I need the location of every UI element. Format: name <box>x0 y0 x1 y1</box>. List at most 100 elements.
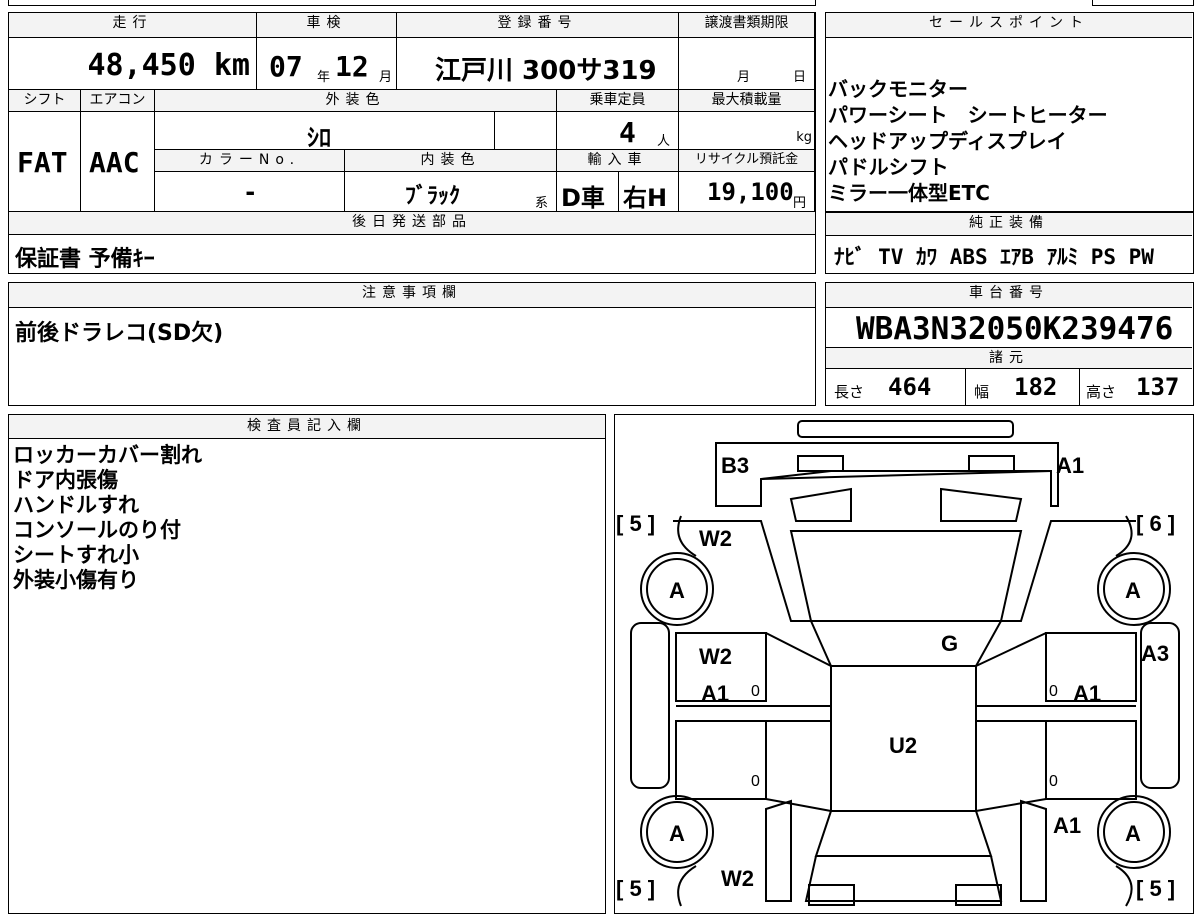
top-strip-right <box>1092 0 1194 6</box>
width-value: 182 <box>1014 373 1058 401</box>
tire-rear-right: A <box>1125 821 1141 846</box>
mileage-value: 48,450 km <box>87 48 250 83</box>
aircon-header: エアコン <box>81 90 155 112</box>
inspector-item: ロッカーカバー割れ <box>13 443 202 467</box>
tire-front-left: A <box>669 578 685 603</box>
inspection-header: 車検 <box>257 13 397 38</box>
sales-point-item: ミラー一体型ETC <box>828 181 990 205</box>
sales-point-item: パドルシフト <box>828 155 949 179</box>
label-zero: 0 <box>751 683 760 700</box>
inspection-cell: 07 年 12 月 <box>257 38 397 90</box>
exterior-value: ｼﾛ <box>307 124 331 150</box>
label-w2-upper: W2 <box>699 526 732 551</box>
maxload-header: 最大積載量 <box>679 90 815 112</box>
label-zero: 0 <box>1049 773 1058 790</box>
inspection-year-unit: 年 <box>317 70 331 85</box>
interior-value: ﾌﾞﾗｯｸ <box>405 184 461 209</box>
maxload-unit: kg <box>796 130 812 145</box>
length-label: 長さ <box>834 383 865 401</box>
recycle-cell: 19,100 円 <box>679 172 815 212</box>
specs-header: 諸元 <box>826 347 1192 369</box>
label-zero: 0 <box>751 773 760 790</box>
sales-point-box: セールスポイント バックモニター パワーシート シートヒーター ヘッドアップディ… <box>825 12 1194 212</box>
label-bracket-5-left: [ 5 ] <box>616 511 655 536</box>
label-bracket-5-bottom-left: [ 5 ] <box>616 876 655 901</box>
registration-cell: 江戸川 300サ319 <box>397 38 679 90</box>
mileage-header: 走行 <box>9 13 257 38</box>
label-g: G <box>941 631 958 656</box>
length-value: 464 <box>888 373 932 401</box>
colorno-value: - <box>243 178 258 206</box>
height-label: 高さ <box>1086 383 1117 401</box>
label-a1-right: A1 <box>1073 681 1101 706</box>
shift-cell: FAT <box>9 112 81 212</box>
chassis-number: WBA3N32050K239476 <box>856 311 1174 347</box>
recycle-header: リサイクル預託金 <box>679 150 815 172</box>
inspection-month: 12 <box>335 50 369 83</box>
aircon-cell: AAC <box>81 112 155 212</box>
length-cell: 長さ 464 <box>826 369 966 405</box>
label-a1-left: A1 <box>701 681 729 706</box>
aircon-value: AAC <box>89 146 140 179</box>
width-label: 幅 <box>974 383 990 401</box>
colorno-cell: - <box>155 172 345 212</box>
label-w2-bottom: W2 <box>721 866 754 891</box>
handle-cell: 右H <box>619 172 679 212</box>
damage-diagram-box: B3 A1 [ 5 ] [ 6 ] W2 A A G A3 W2 A1 A1 U… <box>614 414 1194 914</box>
inspector-item: コンソールのり付 <box>13 518 181 542</box>
recycle-unit: 円 <box>793 196 807 211</box>
tire-rear-left: A <box>669 821 685 846</box>
handle-value: 右H <box>623 184 668 212</box>
tire-front-right: A <box>1125 578 1141 603</box>
label-a1-top: A1 <box>1056 453 1084 478</box>
shift-value: FAT <box>17 146 68 179</box>
label-a1-rear: A1 <box>1053 813 1081 838</box>
shift-header: シフト <box>9 90 81 112</box>
genuine-equipment-value: ﾅﾋﾞ TV ｶﾜ ABS ｴｱB ｱﾙﾐ PS PW <box>834 245 1154 269</box>
inspector-header: 検査員記入欄 <box>9 415 605 439</box>
notes-value: 前後ドラレコ(SD欠) <box>15 321 224 346</box>
interior-cell: ﾌﾞﾗｯｸ 系 <box>345 172 557 212</box>
chassis-box: 車台番号 WBA3N32050K239476 諸元 長さ 464 幅 182 高… <box>825 282 1194 406</box>
mileage-cell: 48,450 km <box>9 38 257 90</box>
capacity-cell: 4 人 <box>557 112 679 150</box>
transfer-header: 譲渡書類期限 <box>679 13 815 38</box>
recycle-value: 19,100 <box>707 178 794 206</box>
registration-value: 江戸川 300サ319 <box>435 56 657 86</box>
car-diagram: B3 A1 [ 5 ] [ 6 ] W2 A A G A3 W2 A1 A1 U… <box>616 420 1180 907</box>
exterior-extra-cell <box>495 112 557 150</box>
registration-header: 登録番号 <box>397 13 679 38</box>
vehicle-info-table: 走行 車検 登録番号 譲渡書類期限 48,450 km 07 年 12 月 江戸… <box>8 12 816 274</box>
interior-suffix: 系 <box>535 196 549 211</box>
chassis-header: 車台番号 <box>826 283 1192 308</box>
height-value: 137 <box>1136 373 1180 401</box>
import-value: D車 <box>561 184 605 212</box>
label-zero: 0 <box>1049 683 1058 700</box>
label-w2-mid: W2 <box>699 644 732 669</box>
notes-box: 注意事項欄 前後ドラレコ(SD欠) <box>8 282 816 406</box>
label-u2: U2 <box>889 733 917 758</box>
later-parts-header: 後日発送部品 <box>9 212 815 235</box>
genuine-equipment-header: 純正装備 <box>826 213 1192 236</box>
inspector-item: シートすれ小 <box>13 543 139 567</box>
exterior-cell: ｼﾛ <box>155 112 495 150</box>
inspector-item: ハンドルすれ <box>13 493 139 517</box>
capacity-unit: 人 <box>657 134 671 149</box>
genuine-equipment-box: 純正装備 ﾅﾋﾞ TV ｶﾜ ABS ｴｱB ｱﾙﾐ PS PW <box>825 212 1194 274</box>
import-cell: D車 <box>557 172 619 212</box>
inspector-item: ドア内張傷 <box>13 468 118 492</box>
import-header: 輸入車 <box>557 150 679 172</box>
label-bracket-6-right: [ 6 ] <box>1136 511 1175 536</box>
inspection-year: 07 <box>269 50 303 83</box>
height-cell: 高さ 137 <box>1080 369 1192 405</box>
inspector-box: 検査員記入欄 ロッカーカバー割れ ドア内張傷 ハンドルすれ コンソールのり付 シ… <box>8 414 606 914</box>
capacity-value: 4 <box>619 116 636 149</box>
maxload-cell: kg <box>679 112 815 150</box>
sales-point-list: バックモニター パワーシート シートヒーター ヘッドアップディスプレイ パドルシ… <box>828 76 1108 206</box>
sales-point-item: パワーシート シートヒーター <box>828 103 1108 127</box>
later-parts-value: 保証書 予備ｷｰ <box>15 247 155 272</box>
label-b3: B3 <box>721 453 749 478</box>
transfer-day-unit: 日 <box>793 70 807 85</box>
width-cell: 幅 182 <box>966 369 1080 405</box>
inspector-list: ロッカーカバー割れ ドア内張傷 ハンドルすれ コンソールのり付 シートすれ小 外… <box>13 443 202 593</box>
